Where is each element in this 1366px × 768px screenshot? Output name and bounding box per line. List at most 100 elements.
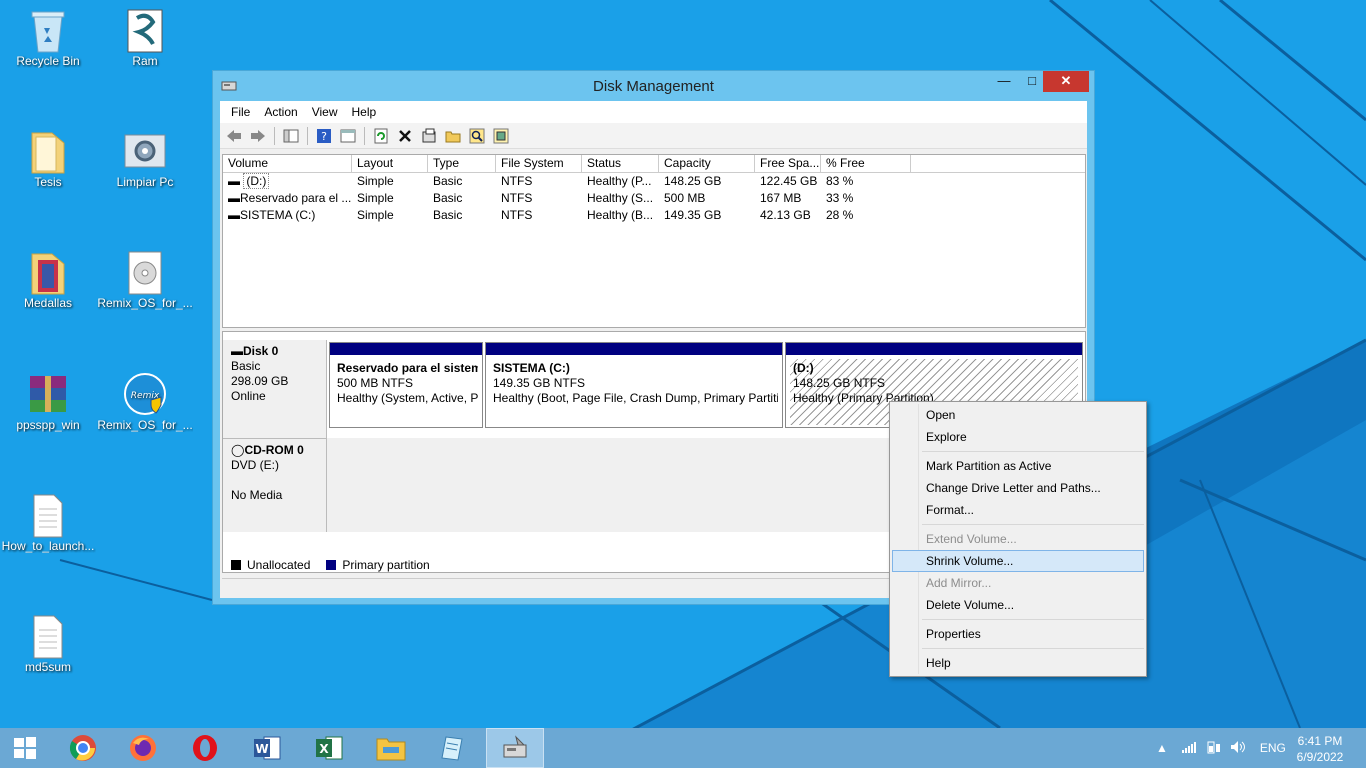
menu-item-change-drive-letter[interactable]: Change Drive Letter and Paths... (892, 477, 1144, 499)
chrome-icon (69, 735, 96, 761)
layout-cell: Simple (357, 174, 394, 188)
capacity-cell: 149.35 GB (664, 208, 722, 222)
open-folder-icon[interactable] (443, 126, 463, 146)
partition-sistema-c[interactable]: SISTEMA (C:) 149.35 GB NTFS Healthy (Boo… (485, 342, 783, 428)
taskbar-firefox[interactable] (114, 728, 172, 768)
maximize-button[interactable]: □ (1019, 71, 1045, 92)
desktop-icon-label: Tesis (34, 175, 62, 189)
minimize-button[interactable]: — (991, 71, 1017, 92)
menu-separator (922, 524, 1144, 525)
taskbar-disk-management[interactable] (486, 728, 544, 768)
column-header-volume[interactable]: Volume (223, 155, 352, 172)
volume-name: Reservado para el ... (240, 191, 352, 205)
table-row[interactable]: ▬SISTEMA (C:) Simple Basic NTFS Healthy … (223, 207, 1085, 224)
table-row[interactable]: ▬Reservado para el ... Simple Basic NTFS… (223, 190, 1085, 207)
properties-pane-icon[interactable] (338, 126, 358, 146)
title-bar[interactable]: Disk Management — □ ✕ (213, 71, 1094, 101)
volume-icon[interactable] (1230, 740, 1246, 757)
cdrom-0-label[interactable]: ◯CD-ROM 0 DVD (E:) No Media (223, 438, 327, 532)
volume-name: (D:) (243, 173, 270, 189)
clock-time: 6:41 PM (1297, 734, 1343, 748)
taskbar-excel[interactable]: X (300, 728, 358, 768)
menu-item-shrink-volume[interactable]: Shrink Volume... (892, 550, 1144, 572)
opera-icon (193, 735, 217, 761)
taskbar-notepad-app[interactable] (424, 728, 482, 768)
menu-item-open[interactable]: Open (892, 404, 1144, 426)
forward-arrow-icon[interactable] (248, 126, 268, 146)
column-header-capacity[interactable]: Capacity (659, 155, 755, 172)
cdrom-name: CD-ROM 0 (244, 443, 304, 457)
properties-icon[interactable] (419, 126, 439, 146)
menu-item-extend-volume: Extend Volume... (926, 532, 1017, 546)
menu-item-delete-volume[interactable]: Delete Volume... (892, 594, 1144, 616)
legend-primary-partition: Primary partition (342, 558, 430, 572)
back-arrow-icon[interactable] (224, 126, 244, 146)
file-explorer-icon (376, 738, 406, 761)
battery-icon[interactable] (1206, 740, 1222, 757)
clock[interactable]: 6:41 PM 6/9/2022 (1290, 733, 1350, 765)
column-header-status[interactable]: Status (582, 155, 659, 172)
status-cell: Healthy (P... (587, 174, 652, 188)
menu-item-add-mirror: Add Mirror... (926, 576, 992, 590)
close-button[interactable]: ✕ (1043, 71, 1089, 92)
desktop-icon-md5sum[interactable]: md5sum (0, 612, 96, 674)
primary-partition-bar (330, 343, 482, 355)
percent-free-cell: 28 % (826, 208, 854, 222)
primary-partition-bar (486, 343, 782, 355)
disk-0-label[interactable]: ▬Disk 0 Basic 298.09 GB Online (223, 340, 327, 438)
column-header-percent-free[interactable]: % Free (821, 155, 911, 172)
desktop-icon-how-to-launch[interactable]: How_to_launch... (0, 491, 96, 553)
desktop-icon-medallas[interactable]: Medallas (0, 248, 96, 310)
partition-title: SISTEMA (C:) (493, 361, 570, 375)
menu-item-help[interactable]: Help (892, 652, 1144, 674)
menu-view[interactable]: View (305, 105, 345, 119)
taskbar-opera[interactable] (176, 728, 234, 768)
menu-action[interactable]: Action (257, 105, 304, 119)
column-header-layout[interactable]: Layout (352, 155, 428, 172)
column-header-type[interactable]: Type (428, 155, 496, 172)
menu-file[interactable]: File (224, 105, 257, 119)
desktop-icon-limpiar-pc[interactable]: Limpiar Pc (97, 127, 193, 189)
capacity-cell: 148.25 GB (664, 174, 722, 188)
settings-icon[interactable] (491, 126, 511, 146)
taskbar-file-explorer[interactable] (362, 728, 420, 768)
help-icon[interactable]: ? (314, 126, 334, 146)
search-icon[interactable] (467, 126, 487, 146)
start-button[interactable] (0, 728, 50, 768)
partition-system-reserved[interactable]: Reservado para el sistema 500 MB NTFS He… (329, 342, 483, 428)
recycle-bin-icon (26, 6, 70, 53)
desktop-icon-recycle-bin[interactable]: Recycle Bin (0, 6, 96, 68)
table-row[interactable]: ▬ (D:) Simple Basic NTFS Healthy (P... 1… (223, 173, 1085, 190)
network-signal-icon[interactable] (1181, 741, 1198, 756)
delete-icon[interactable] (395, 126, 415, 146)
toolbar-separator (274, 126, 275, 145)
refresh-icon[interactable] (371, 126, 391, 146)
menu-help[interactable]: Help (345, 105, 384, 119)
desktop-icon-remix-os-app[interactable]: Remix Remix_OS_for_... (97, 370, 193, 432)
show-hide-console-tree-icon[interactable] (281, 126, 301, 146)
remix-os-icon: Remix (123, 370, 167, 415)
partition-size: 149.35 GB NTFS (493, 376, 586, 390)
disc-image-icon (123, 248, 167, 295)
menu-item-format[interactable]: Format... (892, 499, 1144, 521)
menu-item-properties[interactable]: Properties (892, 623, 1144, 645)
desktop-icon-remix-os-iso[interactable]: Remix_OS_for_... (97, 248, 193, 310)
desktop-icon-tesis[interactable]: Tesis (0, 127, 96, 189)
layout-cell: Simple (357, 208, 394, 222)
input-language[interactable]: ENG (1260, 741, 1286, 755)
file-system-cell: NTFS (501, 174, 533, 188)
column-header-free-space[interactable]: Free Spa... (755, 155, 821, 172)
column-header-file-system[interactable]: File System (496, 155, 582, 172)
excel-icon: X (316, 736, 343, 760)
windows-logo-icon (14, 737, 36, 759)
menu-item-mark-active[interactable]: Mark Partition as Active (892, 455, 1144, 477)
show-hidden-icons-button[interactable]: ▲ (1156, 741, 1168, 755)
desktop-icon-ram[interactable]: Ram (97, 6, 193, 68)
taskbar-word[interactable]: W (238, 728, 296, 768)
free-space-cell: 122.45 GB (760, 174, 818, 188)
desktop-icon-ppsspp-win[interactable]: ppsspp_win (0, 370, 96, 432)
svg-text:?: ? (321, 130, 327, 143)
menu-item-explore[interactable]: Explore (892, 426, 1144, 448)
firefox-icon (130, 735, 156, 761)
taskbar-chrome[interactable] (54, 728, 112, 768)
